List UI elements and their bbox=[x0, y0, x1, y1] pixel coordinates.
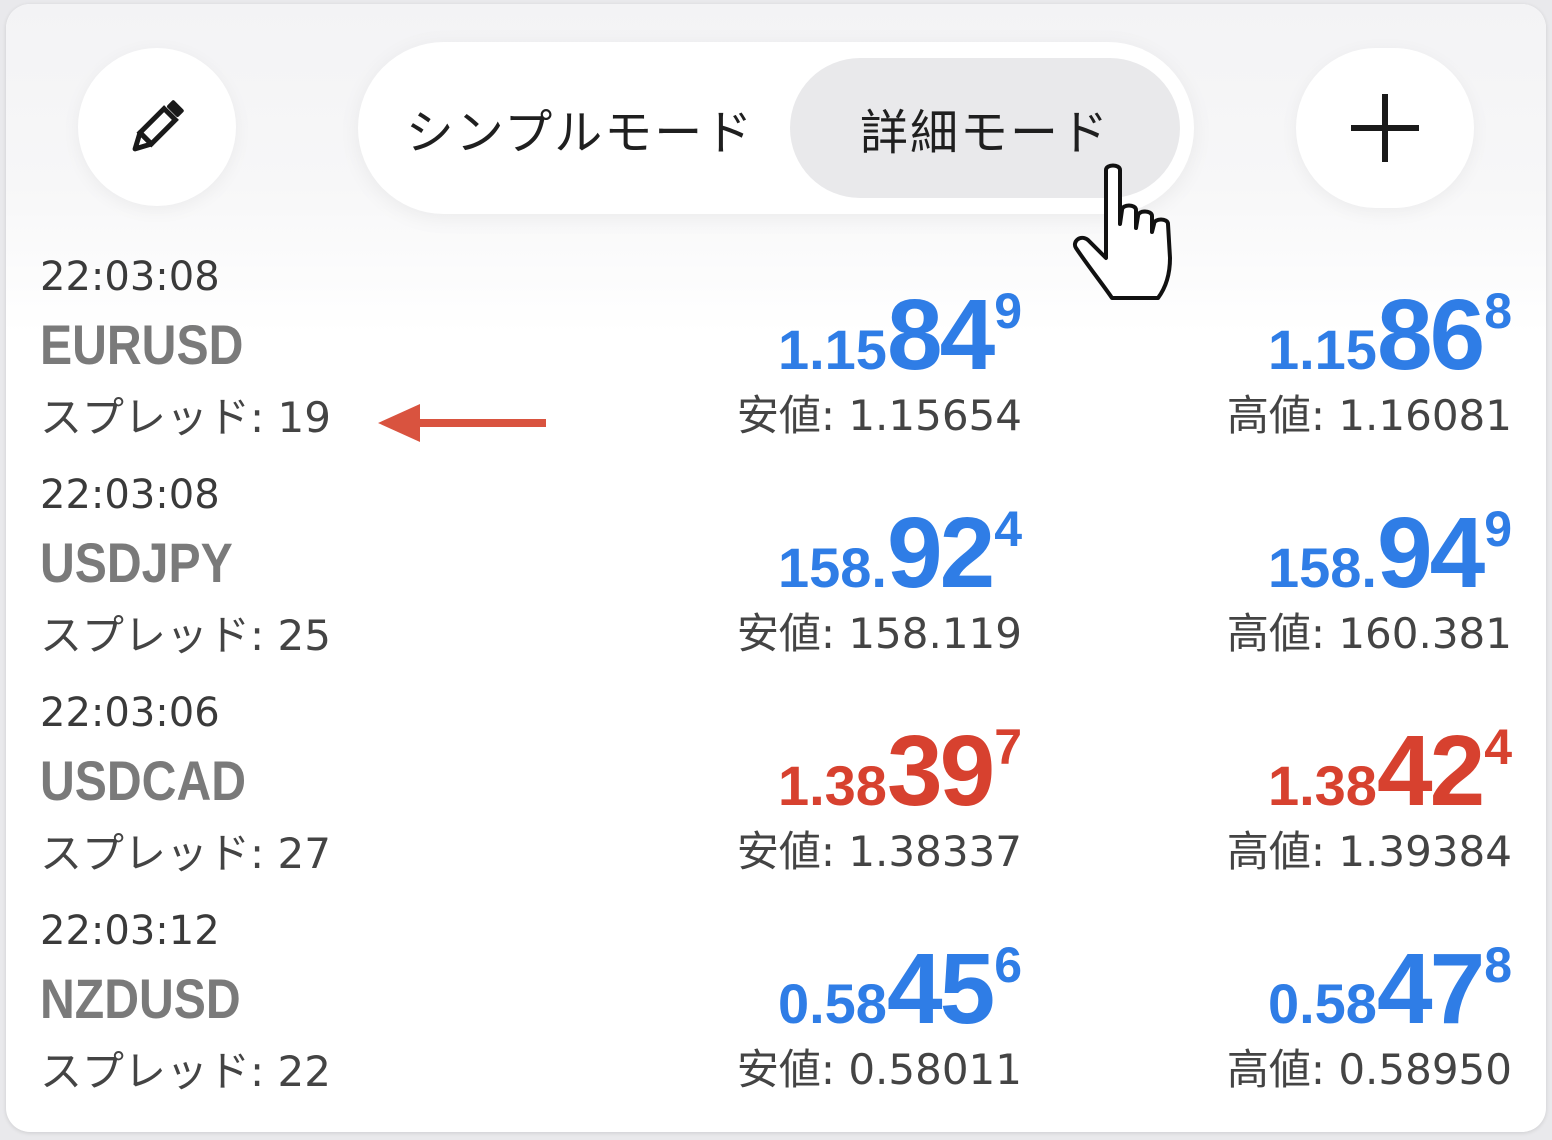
quote-time: 22:03:06 bbox=[40, 690, 220, 736]
quote-time: 22:03:12 bbox=[40, 908, 220, 954]
quote-row[interactable]: 22:03:12 NZDUSD スプレッド: 22 0.58456 0.58478 安値:… bbox=[6, 906, 1546, 1124]
quote-row[interactable]: 22:03:08 USDJPY スプレッド: 25 158.924 158.949 安値:… bbox=[6, 470, 1546, 688]
bid-price-pips: 45 bbox=[886, 933, 995, 1045]
arrow-left-icon bbox=[378, 404, 546, 442]
ask-price-fraction: 9 bbox=[1484, 501, 1512, 557]
hand-pointer-icon bbox=[1073, 163, 1172, 300]
ask-price-fraction: 8 bbox=[1484, 283, 1512, 339]
high-price: 高値: 1.39384 bbox=[1226, 827, 1512, 876]
ask-price-pips: 94 bbox=[1376, 497, 1485, 609]
symbol-name: USDJPY bbox=[40, 531, 233, 594]
bid-price[interactable]: 1.38397 bbox=[522, 714, 1022, 829]
ask-price-prefix: 0.58 bbox=[1267, 972, 1377, 1035]
ask-price-pips: 42 bbox=[1376, 715, 1485, 827]
plus-icon bbox=[1351, 94, 1419, 162]
spread-value: スプレッド: 22 bbox=[40, 1047, 331, 1096]
ask-price[interactable]: 1.38424 bbox=[1012, 714, 1512, 829]
bid-price[interactable]: 158.924 bbox=[522, 496, 1022, 611]
symbol-name: EURUSD bbox=[40, 313, 244, 376]
high-price: 高値: 160.381 bbox=[1226, 609, 1512, 658]
low-price: 安値: 158.119 bbox=[736, 609, 1022, 658]
quote-row[interactable]: 22:03:06 USDCAD スプレッド: 27 1.38397 1.38424 安値:… bbox=[6, 688, 1546, 906]
ask-price[interactable]: 158.949 bbox=[1012, 496, 1512, 611]
bid-price-pips: 39 bbox=[886, 715, 995, 827]
quote-time: 22:03:08 bbox=[40, 472, 220, 518]
bid-price-pips: 92 bbox=[886, 497, 995, 609]
low-price: 安値: 1.38337 bbox=[736, 827, 1022, 876]
bid-price-prefix: 0.58 bbox=[777, 972, 887, 1035]
bid-price-pips: 84 bbox=[886, 279, 995, 391]
high-price: 高値: 1.16081 bbox=[1226, 391, 1512, 440]
bid-price-prefix: 1.38 bbox=[777, 754, 887, 817]
symbol-name: NZDUSD bbox=[40, 967, 241, 1030]
bid-price-prefix: 158. bbox=[777, 536, 887, 599]
low-price: 安値: 1.15654 bbox=[736, 391, 1022, 440]
ask-price[interactable]: 0.58478 bbox=[1012, 932, 1512, 1047]
ask-price-prefix: 158. bbox=[1267, 536, 1377, 599]
symbol-name: USDCAD bbox=[40, 749, 247, 812]
quote-row[interactable]: 22:03:08 EURUSD スプレッド: 19 1.15849 1.15868 安値:… bbox=[6, 252, 1546, 470]
ask-price-fraction: 4 bbox=[1484, 719, 1512, 775]
spread-value: スプレッド: 19 bbox=[40, 393, 331, 442]
edit-button[interactable] bbox=[78, 48, 236, 206]
add-symbol-button[interactable] bbox=[1296, 48, 1474, 208]
ask-price-pips: 47 bbox=[1376, 933, 1485, 1045]
ask-price-prefix: 1.38 bbox=[1267, 754, 1377, 817]
bid-price[interactable]: 0.58456 bbox=[522, 932, 1022, 1047]
simple-mode-tab[interactable]: シンプルモード bbox=[370, 58, 790, 198]
bid-price-prefix: 1.15 bbox=[777, 318, 887, 381]
spread-value: スプレッド: 27 bbox=[40, 829, 331, 878]
spread-value: スプレッド: 25 bbox=[40, 611, 331, 660]
ask-price-prefix: 1.15 bbox=[1267, 318, 1377, 381]
ask-price-fraction: 8 bbox=[1484, 937, 1512, 993]
bid-price[interactable]: 1.15849 bbox=[522, 278, 1022, 393]
quote-time: 22:03:08 bbox=[40, 254, 220, 300]
pencil-icon bbox=[132, 100, 184, 152]
high-price: 高値: 0.58950 bbox=[1226, 1045, 1512, 1094]
ask-price-pips: 86 bbox=[1376, 279, 1485, 391]
quotes-card: シンプルモード 詳細モード 22:03:08 EURUSD スプレッド: 19 1.1… bbox=[6, 4, 1546, 1132]
low-price: 安値: 0.58011 bbox=[736, 1045, 1022, 1094]
